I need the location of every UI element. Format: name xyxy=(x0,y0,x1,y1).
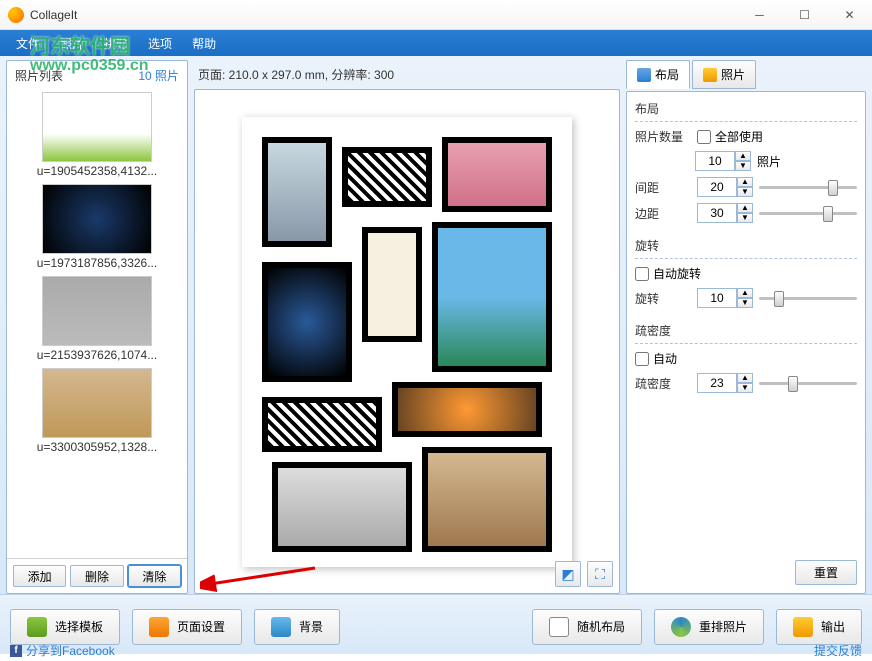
output-button[interactable]: 输出 xyxy=(776,609,862,645)
add-button[interactable]: 添加 xyxy=(13,565,66,587)
crop-tool-button[interactable]: ◩ xyxy=(555,561,581,587)
app-icon xyxy=(8,7,24,23)
photo-count-label: 10 照片 xyxy=(138,67,179,84)
layout-icon xyxy=(637,68,651,82)
rotate-label: 旋转 xyxy=(635,290,691,307)
delete-button[interactable]: 删除 xyxy=(70,565,123,587)
margin-stepper[interactable]: ▲▼ xyxy=(697,203,753,223)
list-item[interactable]: u=2153937626,1074... xyxy=(11,276,183,362)
spacing-slider[interactable] xyxy=(759,178,857,196)
tab-photo[interactable]: 照片 xyxy=(692,60,756,89)
fit-view-button[interactable]: ⛶ xyxy=(587,561,613,587)
collage-page[interactable] xyxy=(242,117,572,567)
menu-photo[interactable]: 照片 xyxy=(50,31,94,56)
thumbnail-caption: u=2153937626,1074... xyxy=(11,348,183,362)
margin-slider[interactable] xyxy=(759,204,857,222)
template-icon xyxy=(27,617,47,637)
menu-help[interactable]: 帮助 xyxy=(182,31,226,56)
thumbnail-caption: u=3300305952,1328... xyxy=(11,440,183,454)
refresh-icon xyxy=(671,617,691,637)
share-facebook-link[interactable]: f分享到Facebook xyxy=(10,642,115,659)
page-icon xyxy=(149,617,169,637)
menu-collage[interactable]: 拼贴 xyxy=(94,31,138,56)
thumbnail-image[interactable] xyxy=(42,184,152,254)
rotate-slider[interactable] xyxy=(759,289,857,307)
spin-up-icon[interactable]: ▲ xyxy=(735,151,751,161)
background-button[interactable]: 背景 xyxy=(254,609,340,645)
thumbnail-caption: u=1905452358,4132... xyxy=(11,164,183,178)
thumbnail-caption: u=1973187856,3326... xyxy=(11,256,183,270)
background-icon xyxy=(271,617,291,637)
list-item[interactable]: u=3300305952,1328... xyxy=(11,368,183,454)
thumbnail-image[interactable] xyxy=(42,276,152,346)
random-layout-button[interactable]: 随机布局 xyxy=(532,609,642,645)
tab-layout[interactable]: 布局 xyxy=(626,60,690,89)
rotate-stepper[interactable]: ▲▼ xyxy=(697,288,753,308)
use-all-checkbox[interactable] xyxy=(697,130,711,144)
minimize-button[interactable]: ─ xyxy=(737,0,782,30)
facebook-icon: f xyxy=(10,645,22,657)
menu-file[interactable]: 文件 xyxy=(6,31,50,56)
thumbnail-image[interactable] xyxy=(42,368,152,438)
page-info: 页面: 210.0 x 297.0 mm, 分辨率: 300 xyxy=(194,60,620,89)
margin-label: 边距 xyxy=(635,205,691,222)
photo-count-stepper[interactable]: ▲▼ xyxy=(695,151,751,171)
auto-rotate-checkbox[interactable] xyxy=(635,267,649,281)
spin-down-icon[interactable]: ▼ xyxy=(735,161,751,171)
rearrange-button[interactable]: 重排照片 xyxy=(654,609,764,645)
menubar: 文件 照片 拼贴 选项 帮助 xyxy=(0,30,872,56)
photo-list-title: 照片列表 xyxy=(15,67,63,84)
dice-icon xyxy=(549,617,569,637)
properties-panel: 布局 照片数量 全部使用 ▲▼ 照片 间距 ▲▼ 边距 ▲▼ xyxy=(626,91,866,594)
feedback-link[interactable]: 提交反馈 xyxy=(814,642,862,659)
maximize-button[interactable]: ☐ xyxy=(782,0,827,30)
sparse-stepper[interactable]: ▲▼ xyxy=(697,373,753,393)
reset-button[interactable]: 重置 xyxy=(795,560,857,585)
page-setup-button[interactable]: 页面设置 xyxy=(132,609,242,645)
spacing-label: 间距 xyxy=(635,179,691,196)
template-button[interactable]: 选择模板 xyxy=(10,609,120,645)
list-item[interactable]: u=1905452358,4132... xyxy=(11,92,183,178)
section-layout: 布局 xyxy=(635,100,857,117)
collage-canvas[interactable]: ◩ ⛶ xyxy=(194,89,620,594)
photo-list-panel: 照片列表 10 照片 u=1905452358,4132... u=197318… xyxy=(6,60,188,594)
spacing-stepper[interactable]: ▲▼ xyxy=(697,177,753,197)
close-button[interactable]: ✕ xyxy=(827,0,872,30)
thumbnail-image[interactable] xyxy=(42,92,152,162)
list-item[interactable]: u=1973187856,3326... xyxy=(11,184,183,270)
section-rotate: 旋转 xyxy=(635,237,857,254)
clear-button[interactable]: 清除 xyxy=(128,565,181,587)
section-sparse: 疏密度 xyxy=(635,322,857,339)
photo-icon xyxy=(703,68,717,82)
export-icon xyxy=(793,617,813,637)
window-title: CollageIt xyxy=(30,8,737,22)
sparse-slider[interactable] xyxy=(759,374,857,392)
thumbnail-list[interactable]: u=1905452358,4132... u=1973187856,3326..… xyxy=(7,90,187,558)
menu-options[interactable]: 选项 xyxy=(138,31,182,56)
auto-sparse-checkbox[interactable] xyxy=(635,352,649,366)
sparse-label: 疏密度 xyxy=(635,375,691,392)
photo-count-label: 照片数量 xyxy=(635,128,691,145)
